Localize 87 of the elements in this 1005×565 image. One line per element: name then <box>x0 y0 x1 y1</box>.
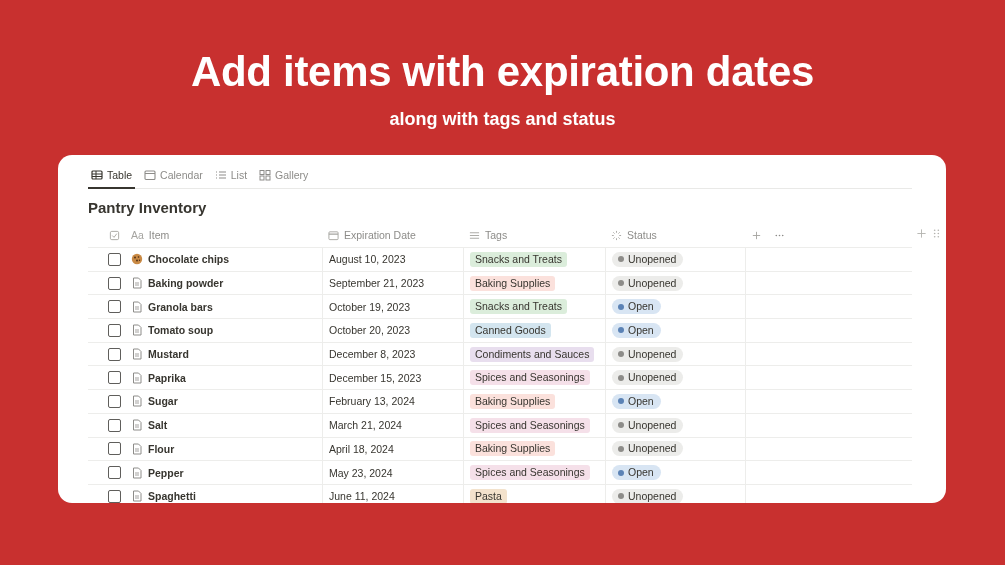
item-name[interactable]: Flour <box>148 442 175 455</box>
tag: Snacks and Treats <box>470 299 567 315</box>
checkbox[interactable] <box>108 489 121 503</box>
checkbox[interactable] <box>108 276 121 290</box>
checkbox[interactable] <box>108 418 121 432</box>
page-icon <box>131 490 143 503</box>
page-icon <box>131 371 143 384</box>
cookie-icon <box>131 253 143 266</box>
checkbox[interactable] <box>108 347 121 361</box>
item-name[interactable]: Chocolate chips <box>148 253 230 266</box>
page-icon <box>131 466 143 479</box>
tag: Spices and Seasonings <box>470 370 590 386</box>
item-name[interactable]: Spaghetti <box>148 490 196 503</box>
tag: Snacks and Treats <box>470 251 567 267</box>
status-pill: Unopened <box>612 346 684 362</box>
item-name[interactable]: Granola bars <box>148 300 213 313</box>
item-name[interactable]: Baking powder <box>148 277 224 290</box>
subheadline: along with tags and status <box>389 108 616 130</box>
status-icon <box>611 229 622 241</box>
page-icon <box>131 277 143 290</box>
column-header[interactable]: Item <box>148 229 170 241</box>
status-pill: Open <box>612 393 661 409</box>
headline: Add items with expiration dates <box>190 48 815 96</box>
calendar-icon <box>328 229 339 241</box>
tag: Canned Goods <box>470 322 551 338</box>
page-icon <box>131 300 143 313</box>
status-pill: Unopened <box>612 251 684 267</box>
date-text: October 20, 2023 <box>329 324 411 337</box>
date-text: September 21, 2023 <box>329 277 425 290</box>
calendar-icon <box>144 169 157 181</box>
item-name[interactable]: Paprika <box>148 371 186 384</box>
status-pill: Unopened <box>612 275 684 291</box>
text-property-icon: Aa <box>131 229 144 241</box>
checkbox[interactable] <box>108 323 121 337</box>
date-text: May 23, 2024 <box>329 466 393 479</box>
database-title: Pantry Inventory <box>88 199 208 217</box>
view-tab[interactable]: Gallery <box>256 169 312 189</box>
tag: Baking Supplies <box>470 441 556 457</box>
checkbox[interactable] <box>108 442 121 456</box>
item-name[interactable]: Salt <box>148 419 168 432</box>
date-text: October 19, 2023 <box>329 300 411 313</box>
date-text: December 8, 2023 <box>329 348 416 361</box>
item-name[interactable]: Tomato soup <box>148 324 214 337</box>
table-icon <box>91 169 103 181</box>
checkbox[interactable] <box>108 300 121 314</box>
tag: Baking Supplies <box>470 393 556 409</box>
status-pill: Open <box>612 322 661 338</box>
checkbox-column-icon <box>109 229 120 241</box>
item-name[interactable]: Pepper <box>148 466 184 479</box>
item-name[interactable]: Mustard <box>148 348 189 361</box>
page-icon <box>131 419 143 432</box>
status-pill: Unopened <box>612 417 684 433</box>
checkbox[interactable] <box>108 371 121 385</box>
page-icon <box>131 395 143 408</box>
tag: Spices and Seasonings <box>470 417 590 433</box>
drag-handle-icon[interactable] <box>931 228 942 239</box>
checkbox[interactable] <box>108 466 121 480</box>
checkbox[interactable] <box>108 252 121 266</box>
page-icon <box>131 442 143 455</box>
view-tab[interactable]: List <box>211 169 251 189</box>
date-text: April 18, 2024 <box>329 442 394 455</box>
page-icon <box>131 324 143 337</box>
item-name[interactable]: Sugar <box>148 395 178 408</box>
date-text: March 21, 2024 <box>329 419 402 432</box>
status-pill: Open <box>612 299 661 315</box>
column-header[interactable]: Expiration Date <box>344 229 416 241</box>
date-text: June 11, 2024 <box>329 490 395 503</box>
date-text: August 10, 2023 <box>329 253 406 266</box>
status-pill: Unopened <box>612 370 684 386</box>
list-icon <box>469 229 480 241</box>
checkbox[interactable] <box>108 394 121 408</box>
page-icon <box>131 348 143 361</box>
view-tab[interactable]: Table <box>88 169 136 189</box>
column-header[interactable]: Tags <box>485 229 508 241</box>
tag: Pasta <box>470 488 507 503</box>
gallery-icon <box>259 169 272 181</box>
tag: Spices and Seasonings <box>470 465 590 481</box>
list-icon <box>214 169 227 181</box>
tag: Baking Supplies <box>470 275 556 291</box>
column-header[interactable]: Status <box>627 229 657 241</box>
date-text: February 13, 2024 <box>329 395 415 408</box>
status-pill: Open <box>612 465 661 481</box>
view-tab[interactable]: Calendar <box>141 169 206 189</box>
date-text: December 15, 2023 <box>329 371 422 384</box>
status-pill: Unopened <box>612 441 684 457</box>
status-pill: Unopened <box>612 488 684 503</box>
tag: Condiments and Sauces <box>470 346 595 362</box>
